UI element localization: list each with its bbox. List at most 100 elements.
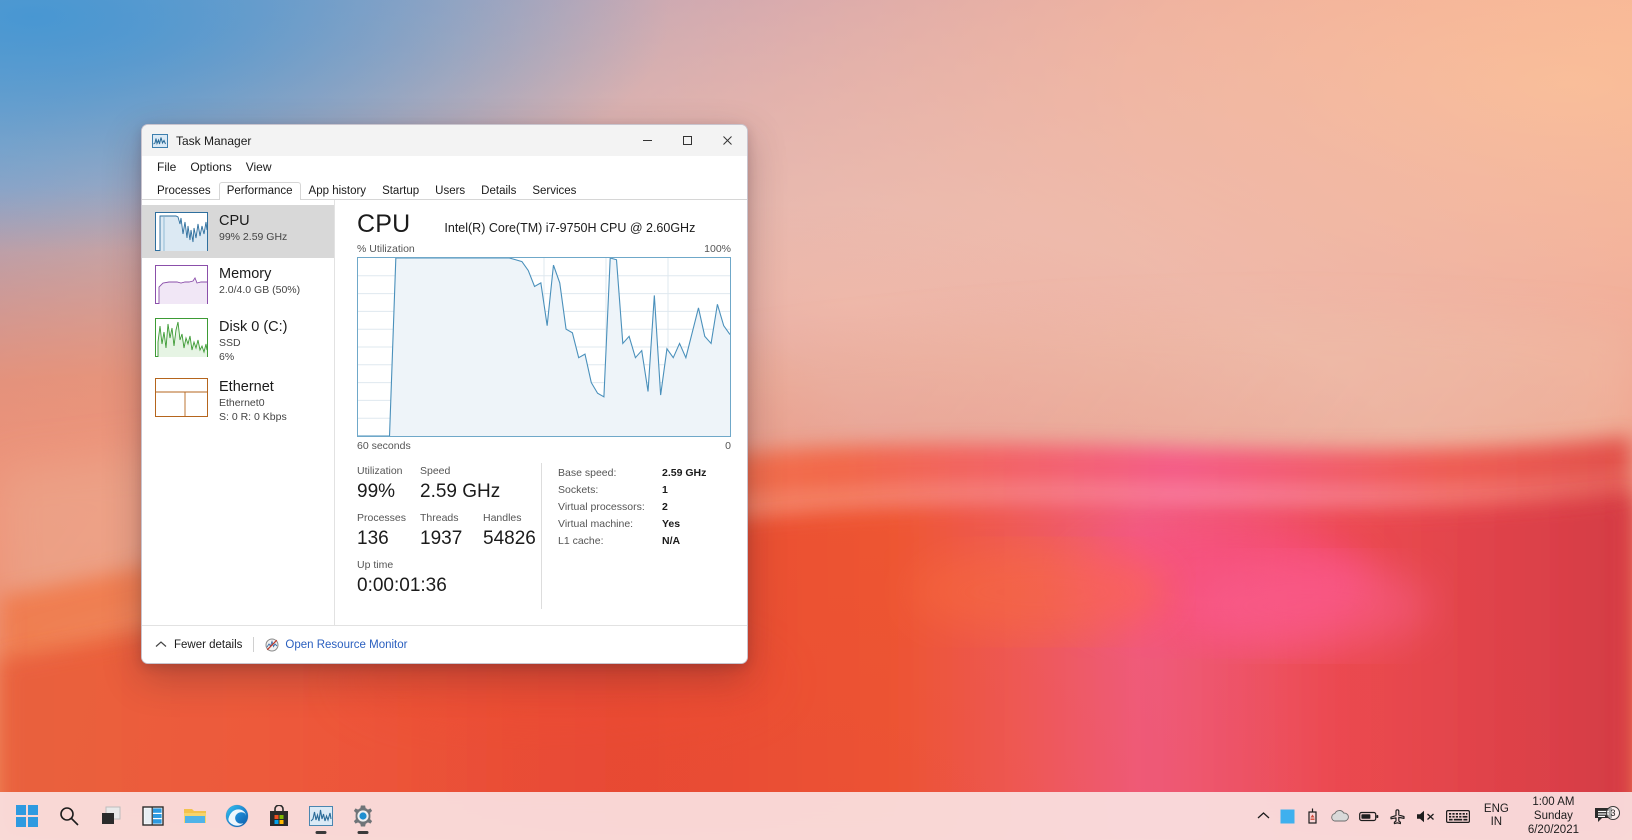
sidebar-item-memory-sub1: 2.0/4.0 GB (50%) (219, 284, 301, 296)
sidebar-item-cpu-title: CPU (219, 213, 250, 229)
notification-count-badge: 3 (1606, 806, 1620, 820)
language-indicator[interactable]: ENG IN (1475, 803, 1518, 829)
menu-view[interactable]: View (239, 158, 279, 176)
search-button[interactable] (48, 795, 90, 837)
property-base-speed-label: Base speed: (558, 467, 617, 479)
sidebar-item-disk-title: Disk 0 (C:) (219, 319, 288, 335)
stat-utilization-value: 99% (357, 481, 396, 502)
tab-details[interactable]: Details (473, 182, 524, 200)
task-view-button[interactable] (90, 795, 132, 837)
blue-square-icon (1280, 809, 1295, 823)
ethernet-thumbnail-graph (155, 378, 208, 417)
graph-axis-label: % Utilization (357, 243, 415, 255)
task-view-icon (102, 806, 121, 824)
stat-uptime: Up time 0:00:01:36 (357, 557, 447, 604)
chevron-up-icon (155, 641, 167, 647)
stats-row-2: Processes 136 Threads 1937 Handles 54826 (357, 510, 537, 557)
clock[interactable]: 1:00 AM Sunday 6/20/2021 (1518, 795, 1589, 837)
stat-speed-label: Speed (420, 465, 451, 477)
property-virtual-processors-value: 2 (662, 501, 668, 513)
resource-monitor-icon (265, 638, 279, 651)
search-icon (60, 807, 79, 826)
clock-date: 6/20/2021 (1527, 824, 1579, 836)
stat-processes-label: Processes (357, 512, 407, 524)
stat-handles: Handles 54826 (483, 510, 546, 557)
taskbar: ENG IN 1:00 AM Sunday 6/20/2021 3 (0, 792, 1632, 840)
edge-button[interactable] (216, 795, 258, 837)
cpu-properties: Base speed: 2.59 GHz Sockets: 1 Virtual … (558, 463, 731, 609)
graph-max-label: 100% (704, 243, 731, 255)
clock-time: 1:00 AM (1532, 796, 1575, 808)
stats-primary: Utilization 99% Speed 2.59 GHz Processes (357, 463, 537, 609)
tab-app-history[interactable]: App history (301, 182, 375, 200)
footer-divider (253, 637, 255, 652)
window-footer: Fewer details Open Resource Monitor (142, 625, 747, 663)
onedrive-button[interactable] (1325, 794, 1354, 838)
cpu-utilization-chart[interactable] (357, 257, 731, 437)
task-manager-icon (152, 133, 168, 148)
close-button[interactable] (707, 125, 747, 156)
start-button[interactable] (6, 795, 48, 837)
minimize-button[interactable] (627, 125, 667, 156)
task-manager-active-indicator (315, 831, 327, 834)
stats-section: Utilization 99% Speed 2.59 GHz Processes (357, 463, 731, 609)
task-manager-button[interactable] (300, 795, 342, 837)
stat-handles-value: 54826 (483, 528, 536, 549)
property-virtual-machine-label: Virtual machine: (558, 518, 634, 530)
touch-keyboard-button[interactable] (1441, 794, 1475, 838)
stat-utilization-label: Utilization (357, 465, 403, 477)
airplane-mode-button[interactable] (1384, 794, 1411, 838)
menu-bar: File Options View (142, 156, 747, 178)
tab-performance[interactable]: Performance (218, 182, 301, 200)
minimize-icon (642, 140, 652, 141)
graph-bottom-labels: 60 seconds 0 (357, 440, 731, 452)
store-button[interactable] (258, 795, 300, 837)
property-virtual-machine-value: Yes (662, 518, 681, 530)
cloud-icon (1331, 810, 1349, 822)
close-icon (722, 136, 732, 145)
tab-processes[interactable]: Processes (149, 182, 219, 200)
open-resource-monitor-button[interactable]: Open Resource Monitor (265, 638, 407, 652)
sidebar-item-memory-text: Memory 2.0/4.0 GB (50%) (219, 265, 300, 297)
settings-button[interactable] (342, 795, 384, 837)
menu-options[interactable]: Options (183, 158, 238, 176)
tray-app-button[interactable] (1275, 794, 1300, 838)
resource-sidebar: CPU 99% 2.59 GHz Memory 2.0/4.0 GB (50%)… (142, 200, 335, 625)
clock-day: Sunday (1533, 810, 1573, 822)
tab-services[interactable]: Services (524, 182, 584, 200)
file-explorer-button[interactable] (174, 795, 216, 837)
sidebar-item-ethernet-sub1: Ethernet0 (219, 397, 265, 409)
menu-file[interactable]: File (150, 158, 183, 176)
windows-logo-icon (16, 805, 38, 827)
open-resource-monitor-label[interactable]: Open Resource Monitor (285, 639, 407, 651)
window-titlebar[interactable]: Task Manager (142, 125, 747, 156)
maximize-icon (682, 136, 692, 145)
fewer-details-button[interactable]: Fewer details (155, 639, 242, 651)
widgets-button[interactable] (132, 795, 174, 837)
battery-button[interactable] (1354, 794, 1384, 838)
graph-min-label: 0 (725, 440, 731, 452)
sidebar-item-ethernet[interactable]: Ethernet Ethernet0 S: 0 R: 0 Kbps (142, 371, 334, 431)
sidebar-item-cpu-sub1: 99% 2.59 GHz (219, 231, 288, 243)
property-l1-cache-label: L1 cache: (558, 535, 604, 547)
sidebar-item-memory[interactable]: Memory 2.0/4.0 GB (50%) (142, 258, 334, 311)
language-line-2: IN (1490, 816, 1503, 828)
sidebar-item-cpu[interactable]: CPU 99% 2.59 GHz (142, 205, 334, 258)
tab-startup[interactable]: Startup (374, 182, 427, 200)
maximize-button[interactable] (667, 125, 707, 156)
tab-strip: Processes Performance App history Startu… (142, 178, 747, 200)
sidebar-item-ethernet-title: Ethernet (219, 379, 274, 395)
show-hidden-icons-button[interactable] (1252, 794, 1275, 838)
folder-icon (184, 809, 206, 823)
volume-button[interactable] (1411, 794, 1441, 838)
tab-users[interactable]: Users (427, 182, 473, 200)
window-title: Task Manager (176, 133, 252, 148)
safely-remove-hardware-button[interactable] (1300, 794, 1325, 838)
task-manager-window[interactable]: Task Manager File Options View Processes… (141, 124, 748, 664)
stats-row-3: Up time 0:00:01:36 (357, 557, 537, 604)
notification-center-button[interactable]: 3 (1589, 806, 1624, 826)
stat-threads-label: Threads (420, 512, 459, 524)
stat-utilization: Utilization 99% (357, 463, 420, 510)
property-base-speed: Base speed: 2.59 GHz (558, 465, 731, 482)
sidebar-item-disk[interactable]: Disk 0 (C:) SSD 6% (142, 311, 334, 371)
